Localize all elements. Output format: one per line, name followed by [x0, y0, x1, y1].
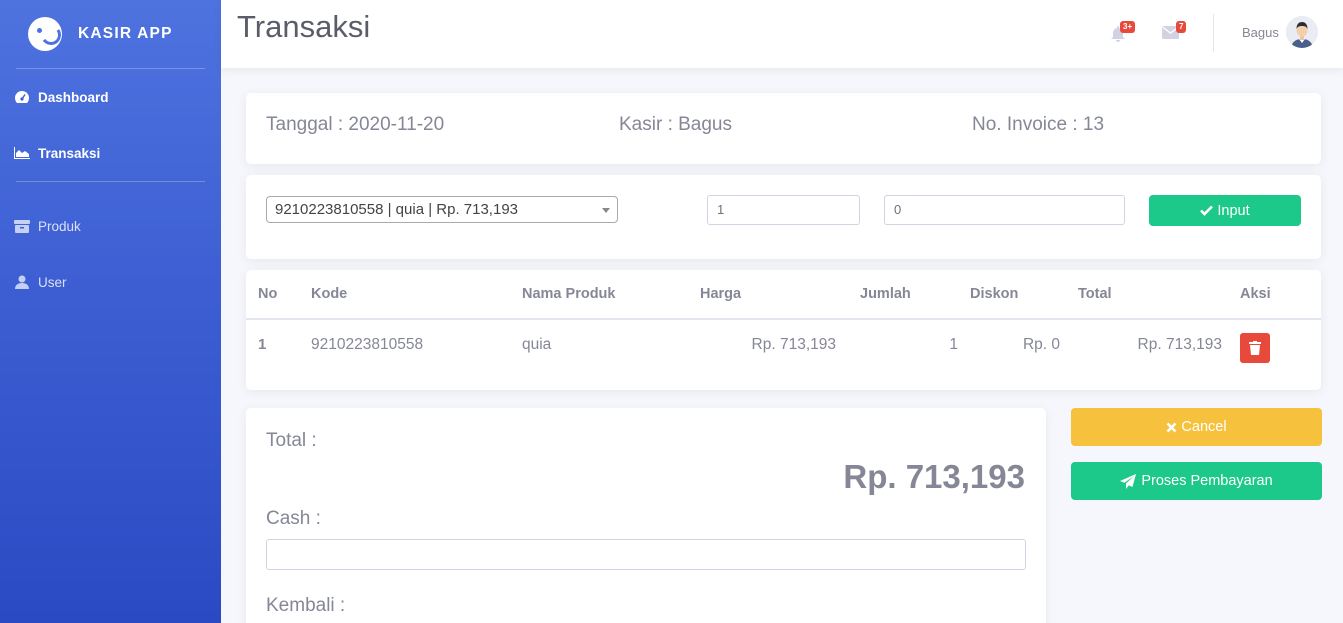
user-icon — [14, 275, 30, 289]
input-button-label: Input — [1217, 202, 1250, 219]
cell-total: Rp. 713,193 — [1137, 335, 1222, 353]
discount-input[interactable]: 0 — [884, 195, 1125, 225]
table-row: 1 9210223810558 quia Rp. 713,193 1 Rp. 0… — [246, 319, 1321, 369]
avatar-icon — [1286, 16, 1318, 48]
area-chart-icon — [14, 146, 30, 160]
sidebar-item-dashboard[interactable]: Dashboard — [0, 69, 221, 125]
col-header-diskon: Diskon — [970, 270, 1078, 320]
input-button[interactable]: Input — [1149, 195, 1301, 226]
cell-kode: 9210223810558 — [311, 335, 424, 353]
cancel-button[interactable]: Cancel — [1071, 408, 1322, 446]
kasir-text: Kasir : Bagus — [619, 114, 732, 135]
cash-label: Cash : — [266, 508, 321, 529]
payment-summary-card: Total : Rp. 713,193 Cash : Kembali : — [246, 408, 1046, 623]
sidebar-item-label: Produk — [38, 218, 81, 234]
col-header-nama: Nama Produk — [522, 270, 700, 320]
col-header-total: Total — [1078, 270, 1240, 320]
cart-table: No Kode Nama Produk Harga Jumlah Diskon … — [246, 270, 1321, 369]
brand-logo-icon — [28, 17, 62, 51]
cash-input[interactable] — [266, 539, 1026, 570]
col-header-kode: Kode — [311, 270, 522, 320]
box-icon — [14, 219, 30, 233]
topbar: Transaksi 3+ 7 Bagus — [221, 0, 1343, 68]
kembali-label: Kembali : — [266, 595, 346, 616]
avatar[interactable] — [1286, 16, 1318, 48]
brand-name: KASIR APP — [78, 25, 173, 42]
page-title: Transaksi — [237, 9, 371, 44]
tanggal-text: Tanggal : 2020-11-20 — [266, 114, 445, 135]
sidebar-item-label: Dashboard — [38, 89, 109, 105]
sidebar-item-produk[interactable]: Produk — [0, 198, 221, 254]
total-label: Total : — [266, 430, 317, 451]
product-select[interactable]: 9210223810558 | quia | Rp. 713,193 — [266, 196, 618, 223]
input-card: 9210223810558 | quia | Rp. 713,193 1 0 I… — [246, 175, 1321, 259]
total-amount: Rp. 713,193 — [843, 458, 1025, 495]
tachometer-icon — [14, 90, 30, 104]
brand[interactable]: KASIR APP — [0, 0, 221, 68]
col-header-aksi: Aksi — [1240, 270, 1321, 320]
cancel-button-label: Cancel — [1181, 419, 1227, 435]
product-select-value: 9210223810558 | quia | Rp. 713,193 — [275, 201, 519, 218]
cell-nama: quia — [522, 335, 552, 353]
topbar-divider — [1213, 14, 1214, 52]
cell-diskon: Rp. 0 — [1022, 335, 1060, 353]
info-card: Tanggal : 2020-11-20 Kasir : Bagus No. I… — [246, 93, 1321, 164]
close-icon — [1167, 422, 1177, 432]
delete-row-button[interactable] — [1240, 332, 1270, 363]
cart-table-card: No Kode Nama Produk Harga Jumlah Diskon … — [246, 270, 1321, 390]
process-payment-button[interactable]: Proses Pembayaran — [1071, 462, 1322, 500]
col-header-no: No — [246, 270, 311, 320]
cell-no: 1 — [258, 336, 267, 353]
messages-badge: 7 — [1176, 21, 1187, 33]
sidebar: KASIR APP Dashboard Transaksi Produk Use… — [0, 0, 221, 623]
user-name[interactable]: Bagus — [1242, 25, 1279, 40]
check-icon — [1200, 205, 1214, 216]
col-header-harga: Harga — [700, 270, 860, 320]
alerts-badge: 3+ — [1120, 21, 1136, 33]
trash-icon — [1249, 340, 1261, 355]
sidebar-item-label: User — [38, 274, 67, 290]
col-header-jumlah: Jumlah — [860, 270, 970, 320]
cell-aksi — [1240, 319, 1321, 369]
process-payment-label: Proses Pembayaran — [1141, 473, 1273, 489]
cell-harga: Rp. 713,193 — [751, 335, 836, 353]
cell-jumlah: 1 — [949, 335, 958, 353]
sidebar-item-transaksi[interactable]: Transaksi — [0, 125, 221, 181]
sidebar-item-label: Transaksi — [38, 145, 101, 161]
invoice-text: No. Invoice : 13 — [972, 114, 1105, 135]
alerts-button[interactable]: 3+ — [1111, 21, 1136, 47]
qty-input[interactable]: 1 — [707, 195, 860, 225]
paper-plane-icon — [1120, 473, 1137, 489]
table-header-row: No Kode Nama Produk Harga Jumlah Diskon … — [246, 270, 1321, 320]
chevron-down-icon — [602, 208, 610, 213]
sidebar-item-user[interactable]: User — [0, 254, 221, 310]
messages-button[interactable]: 7 — [1162, 21, 1187, 44]
